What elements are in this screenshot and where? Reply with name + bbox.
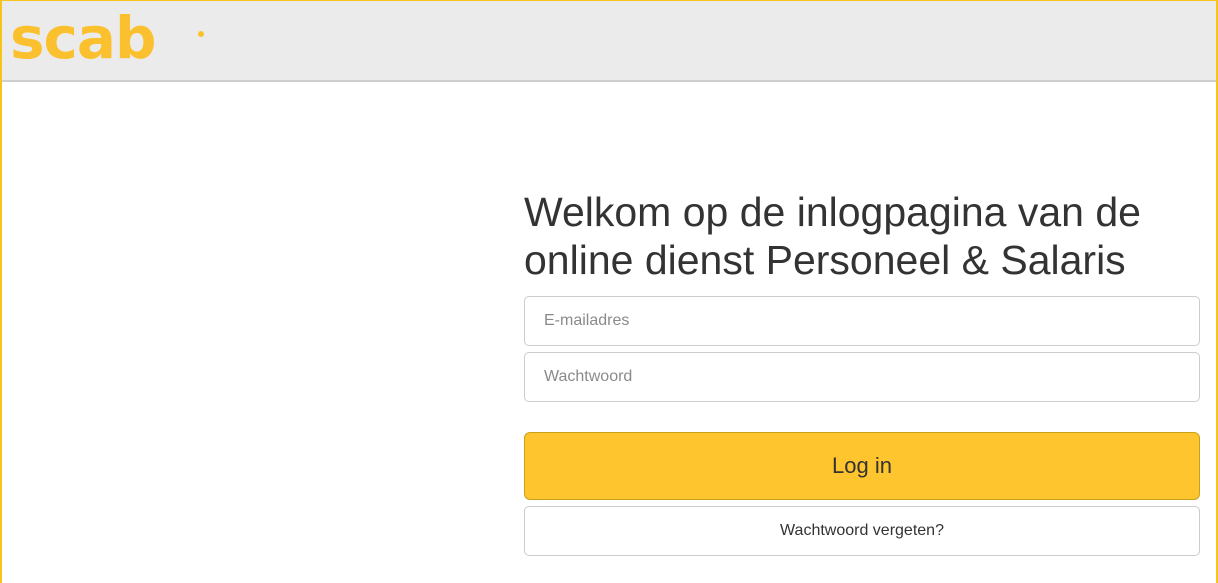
logo[interactable]: scab bbox=[10, 7, 157, 69]
password-field[interactable] bbox=[524, 352, 1200, 402]
forgot-password-button[interactable]: Wachtwoord vergeten? bbox=[524, 506, 1200, 556]
login-form: Welkom op de inlogpagina van de online d… bbox=[524, 188, 1200, 556]
login-button[interactable]: Log in bbox=[524, 432, 1200, 500]
header-bar: scab bbox=[2, 1, 1216, 82]
title-line-2: online dienst Personeel & Salaris bbox=[524, 237, 1126, 283]
logo-registered-mark bbox=[198, 31, 204, 37]
email-field[interactable] bbox=[524, 296, 1200, 346]
page-title: Welkom op de inlogpagina van de online d… bbox=[524, 188, 1200, 284]
title-line-1: Welkom op de inlogpagina van de bbox=[524, 189, 1141, 235]
